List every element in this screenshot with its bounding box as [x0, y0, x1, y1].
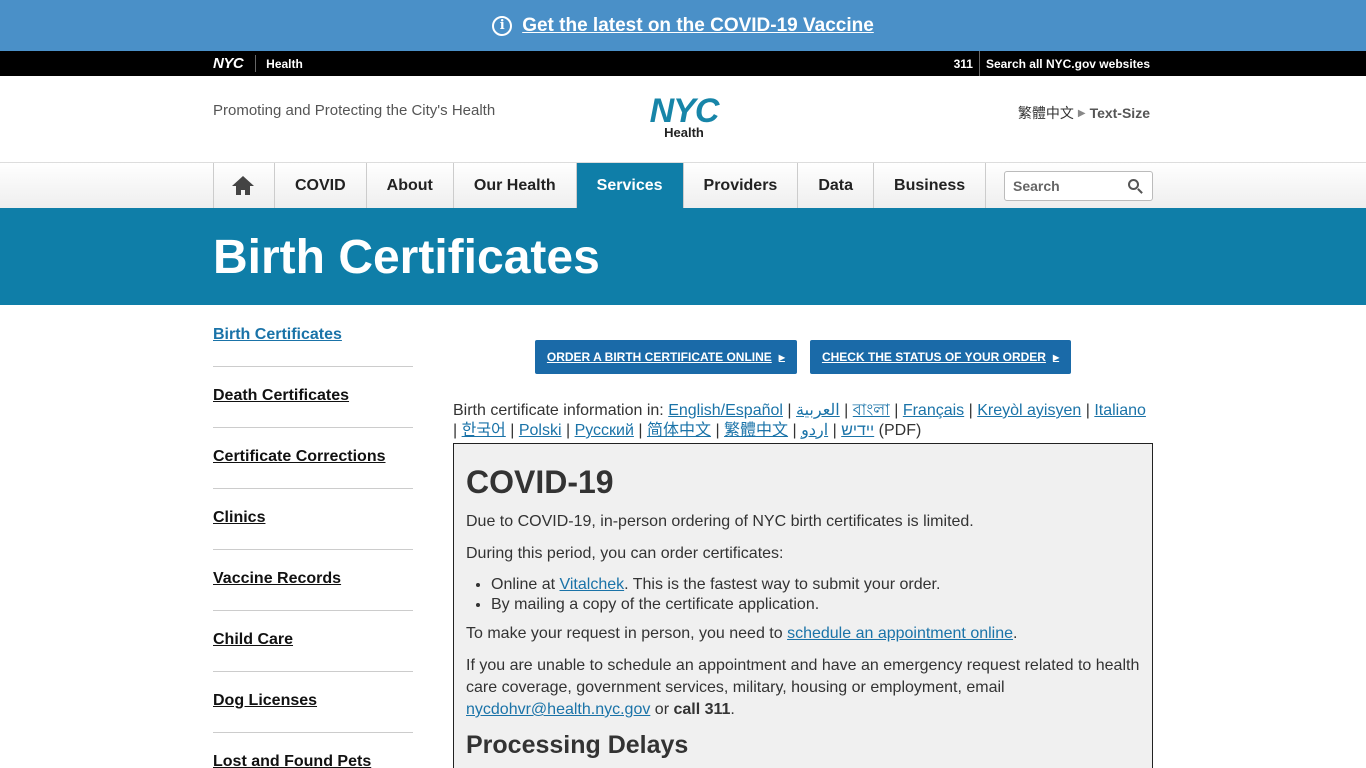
top-utility-bar: NYC Health 311 Search all NYC.gov websit… — [0, 51, 1366, 76]
language-tools: 繁體中文 ▶ Text-Size — [1018, 103, 1150, 123]
nav-item-business[interactable]: Business — [874, 163, 987, 208]
paragraph-text: To make your request in person, you need… — [466, 625, 788, 642]
order-methods-list: Online at Vitalchek. This is the fastest… — [491, 575, 1140, 615]
email-link[interactable]: nycdohvr@health.nyc.gov — [466, 701, 650, 718]
nav-item-covid[interactable]: COVID — [275, 163, 367, 208]
nav-item-our-health[interactable]: Our Health — [454, 163, 577, 208]
lang-link-urdu[interactable]: اردو — [801, 422, 828, 439]
lang-link-korean[interactable]: 한국어 — [462, 422, 506, 439]
sidebar-item: Death Certificates — [213, 367, 413, 428]
covid-paragraph: Due to COVID-19, in-person ordering of N… — [466, 513, 974, 530]
schedule-appointment-link[interactable]: schedule an appointment online — [787, 625, 1013, 642]
covid-vaccine-link[interactable]: Get the latest on the COVID-19 Vaccine — [522, 15, 874, 37]
tagline: Promoting and Protecting the City's Heal… — [213, 102, 496, 119]
page-banner: Birth Certificates — [0, 208, 1366, 305]
lang-link-italian[interactable]: Italiano — [1094, 402, 1146, 419]
covid-paragraph: If you are unable to schedule an appoint… — [466, 655, 1140, 721]
processing-delays-heading: Processing Delays — [466, 731, 689, 759]
action-buttons: ORDER A BIRTH CERTIFICATE ONLINE ▶ CHECK … — [453, 340, 1153, 374]
sidebar-link-dog-licenses[interactable]: Dog Licenses — [213, 692, 317, 709]
nav-item-about[interactable]: About — [367, 163, 454, 208]
list-item: Online at Vitalchek. This is the fastest… — [491, 575, 1140, 595]
sidebar-item: Clinics — [213, 489, 413, 550]
nyc-health-logo[interactable]: NYC Health — [643, 92, 725, 140]
logo-nyc-text: NYC — [649, 92, 720, 130]
search-input[interactable] — [1013, 178, 1113, 194]
info-circle-icon: i — [492, 15, 513, 36]
vitalchek-link[interactable]: Vitalchek — [559, 576, 624, 593]
language-select[interactable]: 繁體中文 — [1018, 103, 1074, 123]
covid-paragraph: To make your request in person, you need… — [466, 623, 1140, 645]
sidebar-item: Vaccine Records — [213, 550, 413, 611]
pdf-note: (PDF) — [878, 422, 922, 439]
lang-link-bengali[interactable]: বাংলা — [853, 402, 890, 419]
covid-heading: COVID-19 — [466, 464, 614, 500]
sidebar-link-vaccine-records[interactable]: Vaccine Records — [213, 570, 341, 587]
lang-link-simplified-chinese[interactable]: 简体中文 — [647, 422, 711, 439]
covid-alert-bar: i Get the latest on the COVID-19 Vaccine — [0, 0, 1366, 51]
lang-link-traditional-chinese[interactable]: 繁體中文 — [724, 422, 788, 439]
sidebar-item: Dog Licenses — [213, 672, 413, 733]
sidebar-link-death-certificates[interactable]: Death Certificates — [213, 387, 349, 404]
sidebar-link-child-care[interactable]: Child Care — [213, 631, 293, 648]
sidebar-item: Certificate Corrections — [213, 428, 413, 489]
status-button-label: CHECK THE STATUS OF YOUR ORDER — [821, 350, 1046, 364]
list-text: . This is the fastest way to submit your… — [624, 576, 941, 593]
list-text: Online at — [491, 576, 560, 593]
main-nav: COVID About Our Health Services Provider… — [0, 163, 1366, 208]
divider — [978, 51, 980, 76]
agency-name[interactable]: Health — [266, 57, 303, 71]
order-button-label: ORDER A BIRTH CERTIFICATE ONLINE — [546, 350, 772, 364]
sidebar-item: Child Care — [213, 611, 413, 672]
311-link[interactable]: 311 — [954, 57, 973, 71]
sidebar-link-birth-certificates[interactable]: Birth Certificates — [213, 326, 342, 343]
paragraph-text: If you are unable to schedule an appoint… — [466, 657, 1140, 696]
sidebar-link-clinics[interactable]: Clinics — [213, 509, 265, 526]
nav-item-data[interactable]: Data — [798, 163, 875, 208]
sidebar-link-certificate-corrections[interactable]: Certificate Corrections — [213, 448, 386, 465]
search-icon[interactable] — [1128, 179, 1143, 194]
list-item: By mailing a copy of the certificate app… — [491, 595, 1140, 615]
nav-item-services[interactable]: Services — [576, 163, 684, 208]
order-certificate-button[interactable]: ORDER A BIRTH CERTIFICATE ONLINE ▶ — [534, 340, 797, 374]
covid-notice-box: COVID-19 Due to COVID-19, in-person orde… — [453, 443, 1153, 768]
search-box — [1004, 171, 1153, 201]
main-content: ORDER A BIRTH CERTIFICATE ONLINE ▶ CHECK … — [453, 306, 1153, 768]
check-status-button[interactable]: CHECK THE STATUS OF YOUR ORDER ▶ — [809, 340, 1072, 374]
sidebar-nav: Birth Certificates Death Certificates Ce… — [213, 306, 413, 768]
lang-link-haitian-creole[interactable]: Kreyòl ayisyen — [977, 402, 1081, 419]
caret-right-icon: ▶ — [778, 352, 785, 362]
site-header: Promoting and Protecting the City's Heal… — [0, 76, 1366, 163]
nav-item-providers[interactable]: Providers — [684, 163, 799, 208]
paragraph-text: . — [1013, 625, 1018, 642]
home-icon — [232, 175, 256, 196]
search-all-link[interactable]: Search all NYC.gov websites — [986, 57, 1150, 71]
paragraph-text: or — [650, 701, 674, 718]
caret-right-icon: ▶ — [1077, 107, 1086, 119]
lang-link-english-spanish[interactable]: English/Español — [668, 402, 783, 419]
language-links: Birth certificate information in: Englis… — [453, 402, 1146, 439]
paragraph-text: . — [730, 701, 735, 718]
lang-link-arabic[interactable]: العربية — [796, 402, 840, 419]
lang-link-yiddish[interactable]: יידיש — [841, 422, 874, 439]
call-311-text: call 311 — [673, 701, 731, 718]
sidebar-item: Birth Certificates — [213, 306, 413, 367]
covid-paragraph: During this period, you can order certif… — [466, 545, 784, 562]
nav-home[interactable] — [214, 163, 275, 208]
language-intro: Birth certificate information in: — [453, 402, 664, 419]
caret-right-icon: ▶ — [1052, 352, 1060, 362]
sidebar-item: Lost and Found Pets — [213, 733, 413, 768]
lang-link-french[interactable]: Français — [903, 402, 964, 419]
lang-link-russian[interactable]: Русский — [575, 422, 634, 439]
nyc-gov-logo[interactable]: NYC — [213, 55, 257, 72]
text-size-button[interactable]: Text-Size — [1090, 105, 1150, 121]
page-title: Birth Certificates — [213, 231, 600, 284]
sidebar-link-lost-found-pets[interactable]: Lost and Found Pets — [213, 753, 371, 768]
lang-link-polish[interactable]: Polski — [519, 422, 562, 439]
